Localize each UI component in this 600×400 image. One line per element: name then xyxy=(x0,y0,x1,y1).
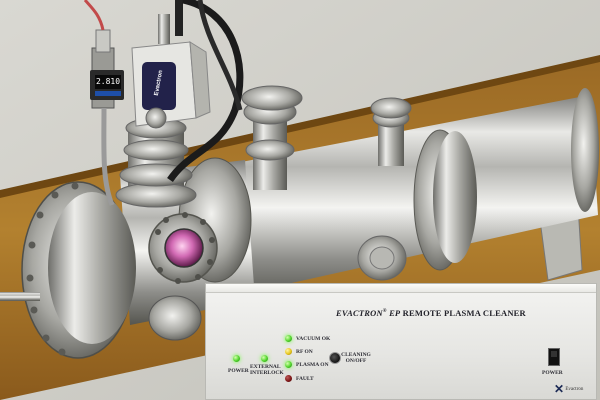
vacuum-ok-led xyxy=(285,335,292,342)
plasma-on-label: PLASMA ON xyxy=(296,362,329,368)
panel-top-edge xyxy=(206,284,596,293)
power-led-label: POWER xyxy=(228,368,249,374)
source-head-label: Evactron xyxy=(142,62,176,110)
gauge-reading: 2.810 xyxy=(95,77,121,86)
controller-front-panel: EVACTRON® EP REMOTE PLASMA CLEANER POWER… xyxy=(205,283,597,400)
gauge-display: 2.810 xyxy=(95,75,121,89)
logo-mark-icon: ✕ xyxy=(554,382,565,396)
power-switch-label: POWER xyxy=(542,370,563,376)
model-name: EP xyxy=(389,308,401,318)
external-interlock-label: EXTERNAL INTERLOCK xyxy=(250,364,284,376)
source-head-brand: Evactron xyxy=(153,69,165,97)
fault-label: FAULT xyxy=(296,376,314,382)
power-led xyxy=(233,355,240,362)
external-interlock-led xyxy=(261,355,268,362)
rf-on-led xyxy=(285,348,292,355)
logo-text: Evactron xyxy=(565,387,584,393)
cleaning-button-label: CLEANING ON/OFF xyxy=(341,352,371,364)
cleaning-button[interactable] xyxy=(329,352,341,364)
plasma-on-led xyxy=(285,361,292,368)
panel-title: EVACTRON® EP REMOTE PLASMA CLEANER xyxy=(336,308,526,318)
vacuum-ok-label: VACUUM OK xyxy=(296,336,331,342)
power-rocker-switch[interactable] xyxy=(548,348,560,366)
brand-name: EVACTRON xyxy=(336,308,383,318)
fault-led xyxy=(285,375,292,382)
registered-mark-icon: ® xyxy=(382,309,387,315)
rf-on-label: RF ON xyxy=(296,349,313,355)
product-name: REMOTE PLASMA CLEANER xyxy=(402,308,526,318)
company-logo: ✕ Evactron xyxy=(554,382,583,396)
